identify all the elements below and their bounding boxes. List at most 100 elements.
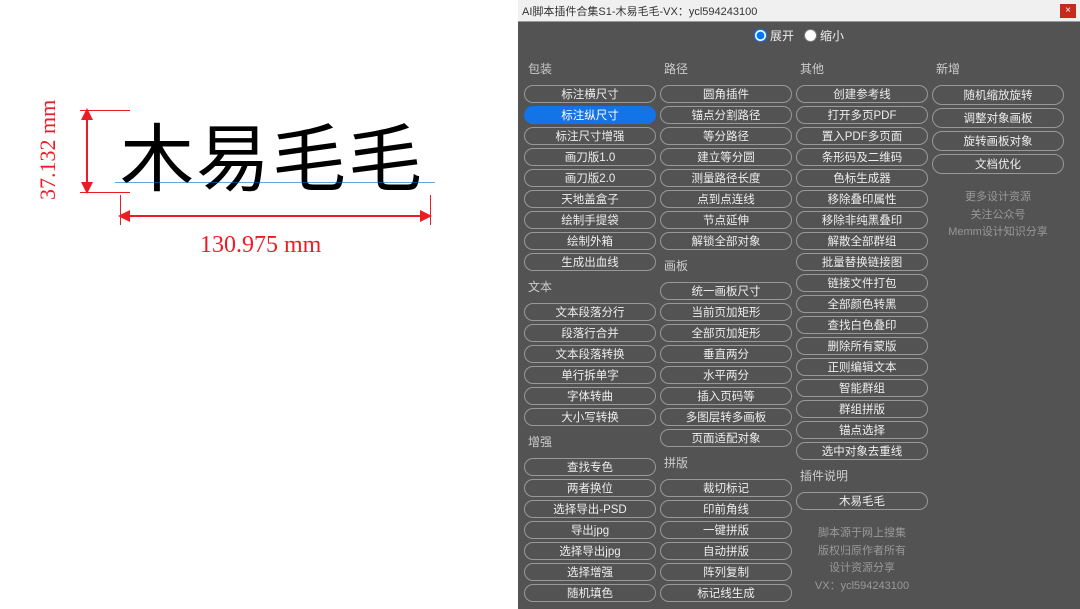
section-title: 包装 — [524, 56, 656, 83]
action-pill[interactable]: 链接文件打包 — [796, 274, 928, 292]
action-pill[interactable]: 测量路径长度 — [660, 169, 792, 187]
action-pill[interactable]: 移除非纯黑叠印 — [796, 211, 928, 229]
action-pill[interactable]: 印前角线 — [660, 500, 792, 518]
action-pill[interactable]: 删除所有蒙版 — [796, 337, 928, 355]
action-pill[interactable]: 调整对象画板 — [932, 108, 1064, 128]
horizontal-dimension-arrow — [120, 215, 430, 217]
action-pill[interactable]: 查找白色叠印 — [796, 316, 928, 334]
section-title: 文本 — [524, 274, 656, 301]
action-pill[interactable]: 天地盖盒子 — [524, 190, 656, 208]
action-pill[interactable]: 统一画板尺寸 — [660, 282, 792, 300]
action-pill[interactable]: 页面适配对象 — [660, 429, 792, 447]
action-pill[interactable]: 自动拼版 — [660, 542, 792, 560]
info-line: 设计资源分享 — [800, 560, 924, 578]
view-expand-radio[interactable]: 展开 — [754, 27, 794, 44]
action-pill[interactable]: 创建参考线 — [796, 85, 928, 103]
info-line: 版权归原作者所有 — [800, 543, 924, 561]
action-pill[interactable]: 全部颜色转黑 — [796, 295, 928, 313]
action-pill[interactable]: 随机缩放旋转 — [932, 85, 1064, 105]
sample-text[interactable]: 木易毛毛 — [120, 100, 424, 207]
panel-title: AI脚本插件合集S1-木易毛毛-VX：ycl594243100 — [522, 3, 1060, 19]
panel-titlebar: AI脚本插件合集S1-木易毛毛-VX：ycl594243100 × — [518, 0, 1080, 22]
action-pill[interactable]: 插入页码等 — [660, 387, 792, 405]
action-pill[interactable]: 字体转曲 — [524, 387, 656, 405]
action-pill[interactable]: 画刀版1.0 — [524, 148, 656, 166]
action-pill[interactable]: 绘制外箱 — [524, 232, 656, 250]
action-pill[interactable]: 文本段落分行 — [524, 303, 656, 321]
action-pill[interactable]: 圆角插件 — [660, 85, 792, 103]
close-button[interactable]: × — [1060, 4, 1076, 18]
info-line: 更多设计资源 — [936, 189, 1060, 207]
action-pill[interactable]: 文档优化 — [932, 154, 1064, 174]
action-pill[interactable]: 查找专色 — [524, 458, 656, 476]
action-pill[interactable]: 群组拼版 — [796, 400, 928, 418]
vertical-dimension-label: 37.132 mm — [35, 100, 61, 200]
action-pill[interactable]: 多图层转多画板 — [660, 408, 792, 426]
action-pill[interactable]: 导出jpg — [524, 521, 656, 539]
action-pill[interactable]: 全部页加矩形 — [660, 324, 792, 342]
horizontal-dimension-label: 130.975 mm — [200, 232, 321, 259]
action-pill[interactable]: 裁切标记 — [660, 479, 792, 497]
action-pill[interactable]: 垂直两分 — [660, 345, 792, 363]
section-title: 新增 — [932, 56, 1064, 83]
action-pill[interactable]: 画刀版2.0 — [524, 169, 656, 187]
section-title: 增强 — [524, 429, 656, 456]
action-pill[interactable]: 标注纵尺寸 — [524, 106, 656, 124]
panel-column: 新增随机缩放旋转调整对象画板旋转画板对象文档优化更多设计资源关注公众号Memm设… — [932, 56, 1064, 601]
view-collapse-radio[interactable]: 缩小 — [804, 27, 844, 44]
action-pill[interactable]: 选择导出jpg — [524, 542, 656, 560]
action-pill[interactable]: 建立等分圆 — [660, 148, 792, 166]
action-pill[interactable]: 标记线生成 — [660, 584, 792, 602]
action-pill[interactable]: 阵列复制 — [660, 563, 792, 581]
action-pill[interactable]: 节点延伸 — [660, 211, 792, 229]
info-box: 更多设计资源关注公众号Memm设计知识分享 — [932, 183, 1064, 248]
section-title: 其他 — [796, 56, 928, 83]
action-pill[interactable]: 智能群组 — [796, 379, 928, 397]
action-pill[interactable]: 当前页加矩形 — [660, 303, 792, 321]
section-title: 拼版 — [660, 450, 792, 477]
action-pill[interactable]: 文本段落转换 — [524, 345, 656, 363]
section-title: 路径 — [660, 56, 792, 83]
action-pill[interactable]: 选择导出-PSD — [524, 500, 656, 518]
view-toggle-row: 展开 缩小 — [518, 22, 1080, 48]
action-pill[interactable]: 标注尺寸增强 — [524, 127, 656, 145]
action-pill[interactable]: 生成出血线 — [524, 253, 656, 271]
panel-column: 其他创建参考线打开多页PDF 置入PDF多页面条形码及二维码色标生成器移除叠印属性… — [796, 56, 928, 601]
info-box: 脚本源于网上搜集版权归原作者所有设计资源分享VX：ycl594243100 — [796, 519, 928, 601]
action-pill[interactable]: 正则编辑文本 — [796, 358, 928, 376]
action-pill[interactable]: 锚点分割路径 — [660, 106, 792, 124]
info-line: VX：ycl594243100 — [800, 578, 924, 596]
section-title: 画板 — [660, 253, 792, 280]
action-pill[interactable]: 单行拆单字 — [524, 366, 656, 384]
action-pill[interactable]: 水平两分 — [660, 366, 792, 384]
action-pill[interactable]: 条形码及二维码 — [796, 148, 928, 166]
action-pill[interactable]: 解锁全部对象 — [660, 232, 792, 250]
action-pill[interactable]: 旋转画板对象 — [932, 131, 1064, 151]
action-pill[interactable]: 段落行合并 — [524, 324, 656, 342]
action-pill[interactable]: 绘制手提袋 — [524, 211, 656, 229]
action-pill[interactable]: 锚点选择 — [796, 421, 928, 439]
text-baseline-guide — [115, 182, 435, 183]
info-line: 脚本源于网上搜集 — [800, 525, 924, 543]
plugin-panel: AI脚本插件合集S1-木易毛毛-VX：ycl594243100 × 展开 缩小 … — [518, 0, 1080, 609]
action-pill[interactable]: 选中对象去重线 — [796, 442, 928, 460]
action-pill[interactable]: 点到点连线 — [660, 190, 792, 208]
action-pill[interactable]: 两者换位 — [524, 479, 656, 497]
action-pill[interactable]: 打开多页PDF — [796, 106, 928, 124]
action-pill[interactable]: 一键拼版 — [660, 521, 792, 539]
vertical-dimension-arrow — [86, 110, 88, 192]
action-pill[interactable]: 批量替换链接图 — [796, 253, 928, 271]
action-pill[interactable]: 色标生成器 — [796, 169, 928, 187]
artboard-canvas: 37.132 mm 木易毛毛 130.975 mm — [0, 0, 540, 609]
action-pill[interactable]: 等分路径 — [660, 127, 792, 145]
action-pill[interactable]: 随机填色 — [524, 584, 656, 602]
action-pill[interactable]: 移除叠印属性 — [796, 190, 928, 208]
action-pill[interactable]: 标注横尺寸 — [524, 85, 656, 103]
action-pill[interactable]: 选择增强 — [524, 563, 656, 581]
action-pill[interactable]: 大小写转换 — [524, 408, 656, 426]
panel-column: 路径圆角插件锚点分割路径等分路径建立等分圆测量路径长度点到点连线节点延伸解锁全部… — [660, 56, 792, 601]
info-line: 关注公众号 — [936, 207, 1060, 225]
action-pill[interactable]: 置入PDF多页面 — [796, 127, 928, 145]
action-pill[interactable]: 解散全部群组 — [796, 232, 928, 250]
action-pill[interactable]: 木易毛毛 — [796, 492, 928, 510]
